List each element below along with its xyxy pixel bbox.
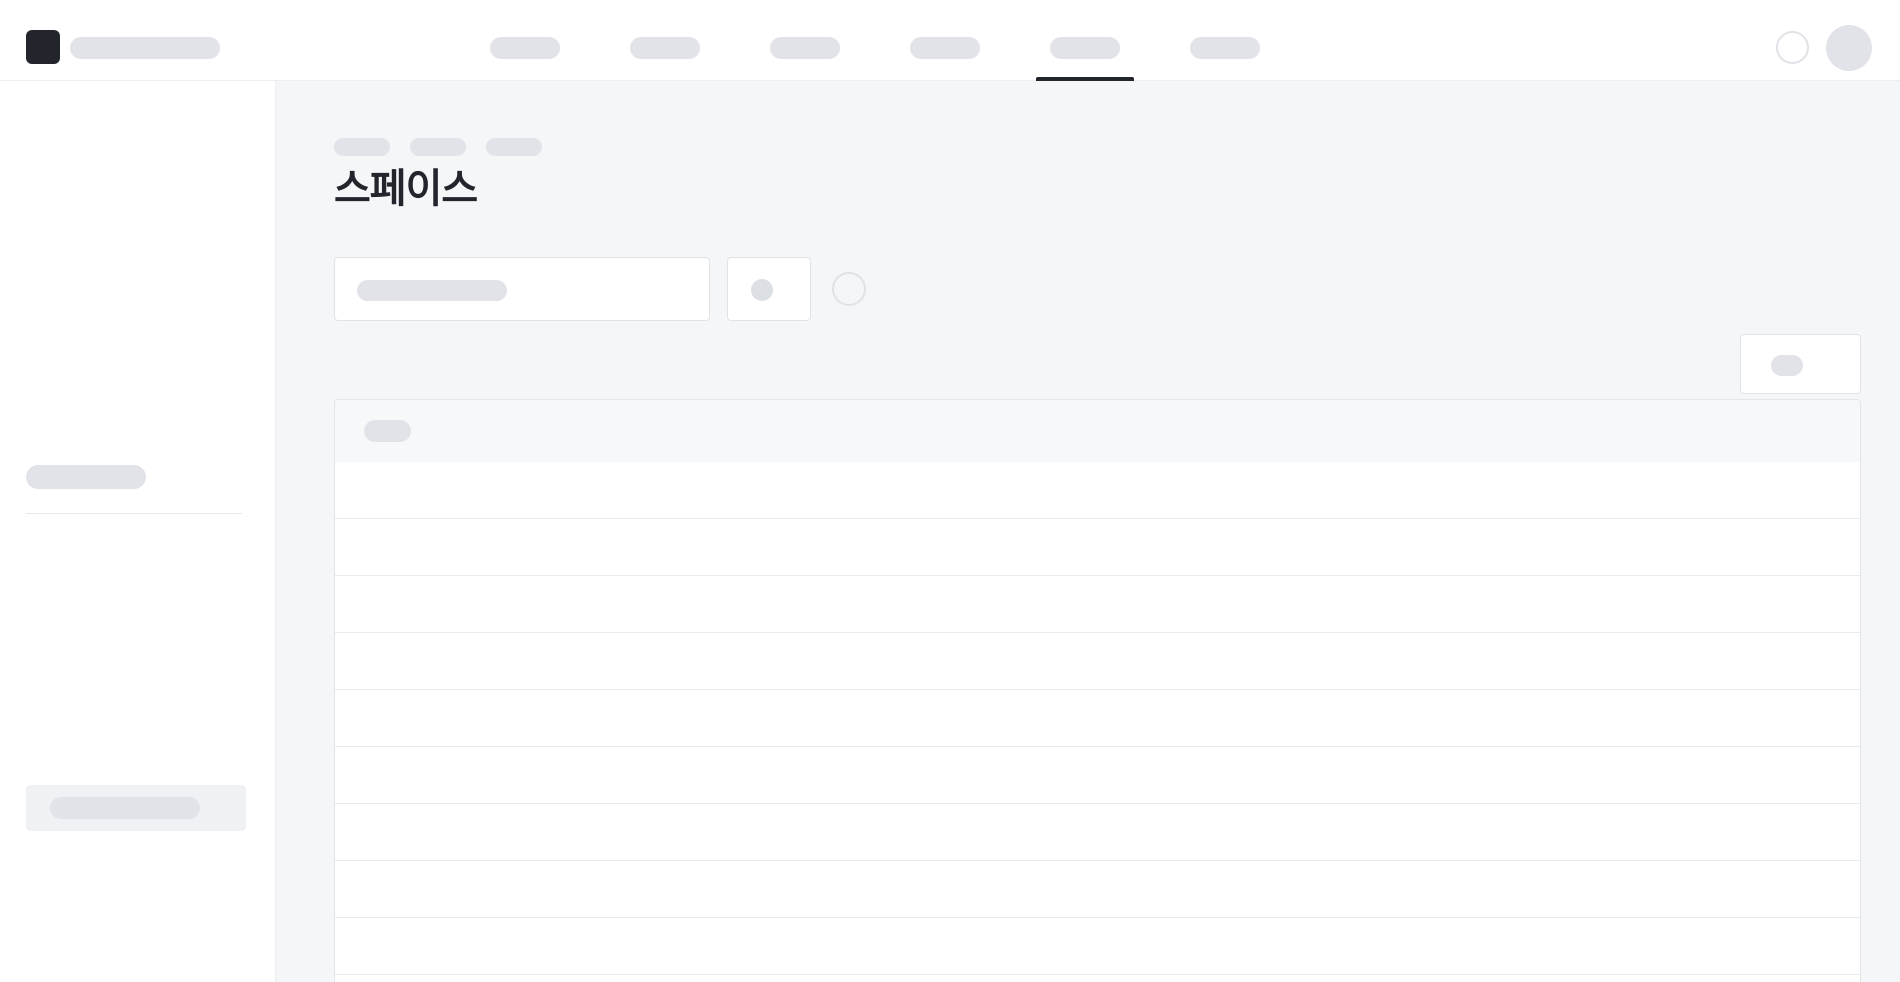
filter-button[interactable] xyxy=(727,257,811,321)
refresh-icon[interactable] xyxy=(832,272,866,306)
breadcrumb-item[interactable] xyxy=(486,138,542,156)
nav-tab-1[interactable] xyxy=(476,0,574,81)
main-nav xyxy=(0,0,1900,81)
sidebar xyxy=(0,81,276,982)
column-header[interactable] xyxy=(364,420,411,442)
breadcrumb-item[interactable] xyxy=(334,138,390,156)
sidebar-divider xyxy=(26,513,242,514)
sidebar-footer-label xyxy=(50,797,200,819)
table-row[interactable] xyxy=(335,804,1860,861)
nav-tab-label xyxy=(770,37,840,59)
help-icon[interactable] xyxy=(1776,31,1809,64)
table-row[interactable] xyxy=(335,576,1860,633)
search-input[interactable] xyxy=(334,257,710,321)
table-row[interactable] xyxy=(335,690,1860,747)
nav-tab-spaces[interactable] xyxy=(1036,0,1134,81)
sidebar-footer-button[interactable] xyxy=(26,785,246,831)
spaces-table xyxy=(334,399,1861,982)
nav-tab-label xyxy=(1050,37,1120,59)
nav-tab-label xyxy=(490,37,560,59)
top-bar xyxy=(0,0,1900,81)
avatar[interactable] xyxy=(1826,25,1872,71)
create-button-label xyxy=(1771,355,1803,376)
table-row[interactable] xyxy=(335,918,1860,975)
table-row[interactable] xyxy=(335,519,1860,576)
sidebar-section-label xyxy=(26,465,146,489)
nav-tab-label xyxy=(1190,37,1260,59)
table-header xyxy=(335,400,1860,462)
main-content: 스페이스 xyxy=(276,81,1900,982)
page-title: 스페이스 xyxy=(334,166,478,212)
table-row[interactable] xyxy=(335,633,1860,690)
nav-tab-6[interactable] xyxy=(1176,0,1274,81)
nav-tab-label xyxy=(630,37,700,59)
nav-tab-4[interactable] xyxy=(896,0,994,81)
breadcrumb-item[interactable] xyxy=(410,138,466,156)
table-row[interactable] xyxy=(335,861,1860,918)
nav-tab-2[interactable] xyxy=(616,0,714,81)
create-button[interactable] xyxy=(1740,334,1861,394)
filter-icon xyxy=(751,279,773,301)
table-row[interactable] xyxy=(335,747,1860,804)
nav-tab-3[interactable] xyxy=(756,0,854,81)
search-placeholder xyxy=(357,280,507,301)
table-row[interactable] xyxy=(335,462,1860,519)
nav-tab-label xyxy=(910,37,980,59)
